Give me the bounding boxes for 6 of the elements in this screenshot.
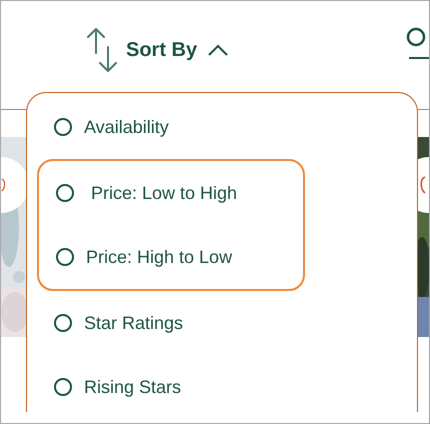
sort-option[interactable]: Rising Stars: [27, 355, 417, 419]
sort-option[interactable]: Star Ratings: [27, 291, 417, 355]
sort-option[interactable]: Price: Low to High: [29, 161, 303, 225]
sort-option[interactable]: Availability: [27, 95, 417, 159]
sort-option[interactable]: Price: High to Low: [29, 225, 303, 289]
sort-button[interactable]: Sort By: [84, 27, 230, 73]
